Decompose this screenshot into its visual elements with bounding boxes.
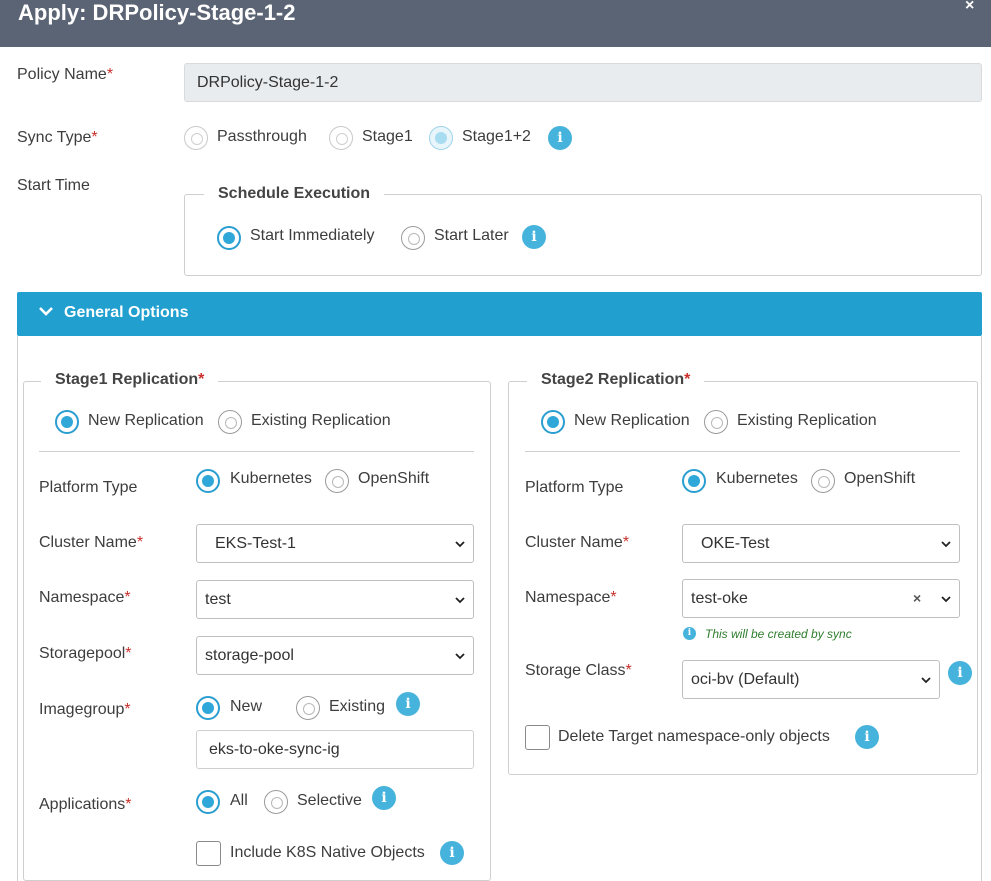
- stage1-applications-selective-label[interactable]: Selective: [297, 792, 362, 810]
- policy-name-label: Policy Name*: [17, 66, 114, 83]
- general-options-toggle[interactable]: General Options: [17, 292, 982, 336]
- stage1-kubernetes-radio[interactable]: [196, 469, 220, 493]
- chevron-down-icon: [455, 653, 465, 660]
- stage1-existing-replication-radio[interactable]: [218, 410, 242, 434]
- start-later-radio[interactable]: [401, 226, 425, 250]
- stage1-imagegroup-new-label[interactable]: New: [230, 698, 262, 716]
- stage1-storagepool-select[interactable]: storage-pool: [196, 636, 474, 675]
- sync-type-stage1-label[interactable]: Stage1: [362, 128, 413, 146]
- stage1-namespace-label: Namespace*: [39, 589, 131, 606]
- sync-type-stage1-2-label[interactable]: Stage1+2: [462, 128, 531, 146]
- stage1-new-replication-label[interactable]: New Replication: [88, 412, 204, 430]
- stage2-cluster-name-value: OKE-Test: [701, 535, 770, 552]
- schedule-execution-legend: Schedule Execution: [204, 185, 385, 203]
- stage1-cluster-name-value: EKS-Test-1: [215, 535, 296, 552]
- stage1-imagegroup-existing-radio[interactable]: [296, 696, 320, 720]
- info-icon[interactable]: i: [372, 786, 396, 810]
- info-icon: i: [683, 627, 696, 640]
- stage1-openshift-label[interactable]: OpenShift: [358, 470, 429, 488]
- stage2-openshift-label[interactable]: OpenShift: [844, 470, 915, 488]
- close-icon[interactable]: ×: [965, 0, 974, 15]
- stage1-applications-selective-radio[interactable]: [264, 790, 288, 814]
- info-icon[interactable]: i: [855, 725, 879, 749]
- general-options-label: General Options: [64, 304, 189, 321]
- stage2-namespace-label: Namespace*: [525, 589, 617, 606]
- stage1-imagegroup-label: Imagegroup*: [39, 701, 131, 718]
- stage1-openshift-radio[interactable]: [325, 469, 349, 493]
- start-immediately-radio[interactable]: [217, 226, 241, 250]
- stage2-new-replication-label[interactable]: New Replication: [574, 412, 690, 430]
- info-icon[interactable]: i: [396, 692, 420, 716]
- chevron-down-icon: [39, 307, 53, 316]
- chevron-down-icon: [941, 596, 951, 603]
- clear-icon[interactable]: ×: [913, 580, 921, 617]
- delete-target-namespace-checkbox[interactable]: [525, 725, 550, 750]
- stage1-namespace-value: test: [205, 591, 231, 608]
- chevron-down-icon: [921, 677, 931, 684]
- dialog-header: Apply: DRPolicy-Stage-1-2 ×: [0, 0, 991, 47]
- chevron-down-icon: [941, 541, 951, 548]
- include-k8s-native-label[interactable]: Include K8S Native Objects: [230, 844, 425, 862]
- stage1-existing-replication-label[interactable]: Existing Replication: [251, 412, 391, 430]
- stage1-namespace-select[interactable]: test: [196, 580, 474, 619]
- stage2-kubernetes-radio[interactable]: [682, 469, 706, 493]
- stage2-namespace-value: test-oke: [691, 590, 748, 607]
- stage2-openshift-radio[interactable]: [811, 469, 835, 493]
- stage2-cluster-name-label: Cluster Name*: [525, 534, 630, 551]
- start-later-label[interactable]: Start Later: [434, 227, 509, 245]
- stage2-existing-replication-radio[interactable]: [704, 410, 728, 434]
- start-time-label: Start Time: [17, 177, 90, 194]
- sync-type-stage1-radio[interactable]: [329, 126, 353, 150]
- delete-target-namespace-label[interactable]: Delete Target namespace-only objects: [558, 728, 830, 746]
- info-icon[interactable]: i: [548, 126, 572, 150]
- sync-type-label: Sync Type*: [17, 129, 98, 146]
- stage2-cluster-name-select[interactable]: OKE-Test: [682, 524, 960, 563]
- dialog-title: Apply: DRPolicy-Stage-1-2: [18, 0, 296, 25]
- start-immediately-label[interactable]: Start Immediately: [250, 227, 374, 245]
- include-k8s-native-checkbox[interactable]: [196, 841, 221, 866]
- stage2-storage-class-select[interactable]: oci-bv (Default): [682, 660, 940, 699]
- stage1-legend: Stage1 Replication*: [41, 371, 219, 389]
- stage2-storage-class-value: oci-bv (Default): [691, 671, 800, 688]
- policy-name-input[interactable]: DRPolicy-Stage-1-2: [184, 63, 982, 102]
- stage1-storagepool-value: storage-pool: [205, 647, 294, 664]
- stage2-legend: Stage2 Replication*: [527, 371, 705, 389]
- stage1-storagepool-label: Storagepool*: [39, 645, 132, 662]
- divider: [39, 451, 474, 452]
- stage1-applications-label: Applications*: [39, 796, 132, 813]
- stage1-platform-type-label: Platform Type: [39, 479, 138, 496]
- stage1-imagegroup-existing-label[interactable]: Existing: [329, 698, 385, 716]
- stage1-imagegroup-new-radio[interactable]: [196, 696, 220, 720]
- divider: [525, 451, 960, 452]
- chevron-down-icon: [455, 597, 465, 604]
- stage2-kubernetes-label[interactable]: Kubernetes: [716, 470, 798, 488]
- stage2-fieldset: [508, 381, 978, 775]
- stage1-cluster-name-label: Cluster Name*: [39, 534, 144, 551]
- stage1-imagegroup-input[interactable]: eks-to-oke-sync-ig: [196, 730, 474, 769]
- stage2-storage-class-label: Storage Class*: [525, 662, 632, 679]
- sync-type-passthrough-label[interactable]: Passthrough: [217, 128, 307, 146]
- chevron-down-icon: [455, 541, 465, 548]
- sync-type-stage1-2-radio[interactable]: [429, 126, 453, 150]
- info-icon[interactable]: i: [440, 841, 464, 865]
- stage2-platform-type-label: Platform Type: [525, 479, 624, 496]
- namespace-note: This will be created by sync: [705, 627, 852, 641]
- info-icon[interactable]: i: [948, 661, 972, 685]
- stage2-new-replication-radio[interactable]: [541, 410, 565, 434]
- stage1-cluster-name-select[interactable]: EKS-Test-1: [196, 524, 474, 563]
- stage2-existing-replication-label[interactable]: Existing Replication: [737, 412, 877, 430]
- stage2-namespace-select[interactable]: test-oke ×: [682, 579, 960, 618]
- stage1-new-replication-radio[interactable]: [55, 410, 79, 434]
- info-icon[interactable]: i: [522, 225, 546, 249]
- stage1-applications-all-radio[interactable]: [196, 790, 220, 814]
- sync-type-passthrough-radio[interactable]: [184, 126, 208, 150]
- stage1-applications-all-label[interactable]: All: [230, 792, 248, 810]
- stage1-kubernetes-label[interactable]: Kubernetes: [230, 470, 312, 488]
